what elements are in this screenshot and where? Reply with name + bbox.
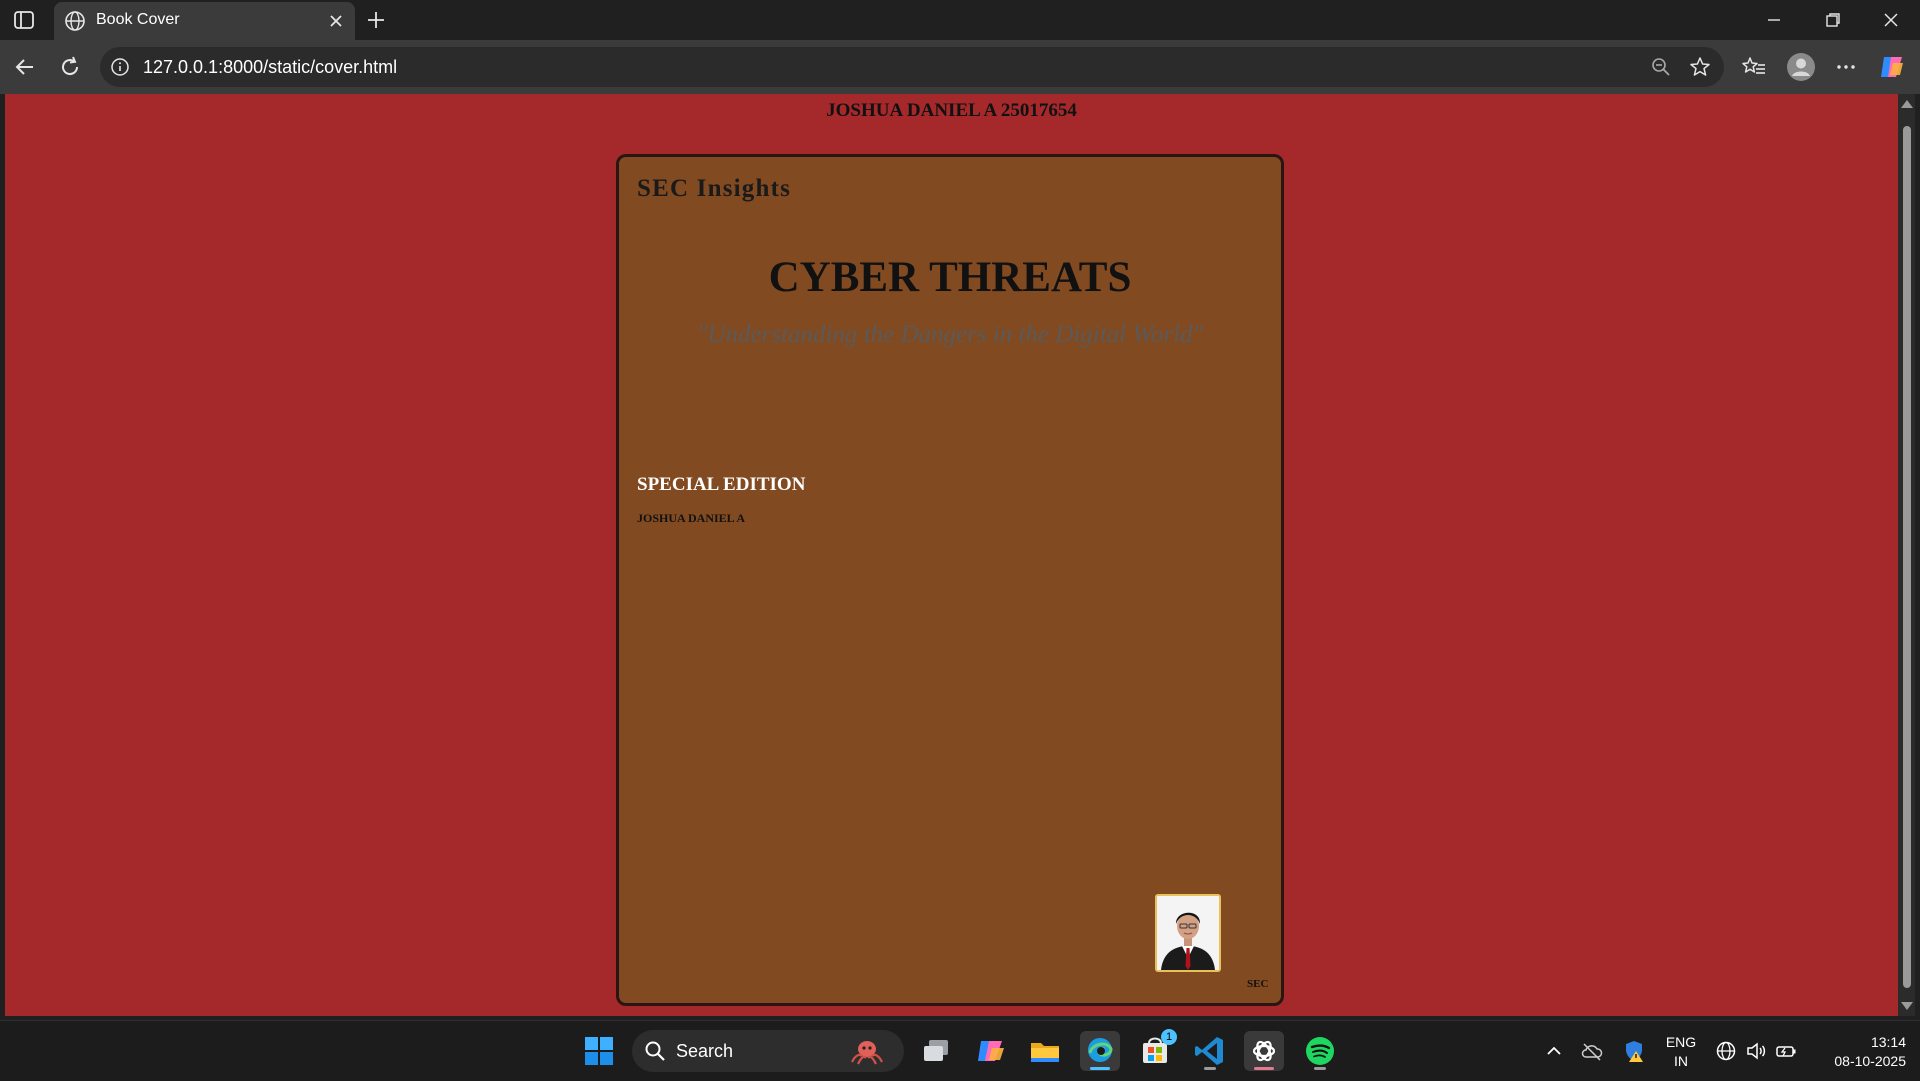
- taskbar-search-box[interactable]: Search: [632, 1030, 904, 1072]
- language-region: IN: [1674, 1053, 1688, 1069]
- page-header: JOSHUA DANIEL A 25017654: [826, 100, 1077, 121]
- chatgpt-icon[interactable]: [1244, 1031, 1284, 1071]
- tab-actions-icon[interactable]: [12, 8, 36, 32]
- more-menu-icon[interactable]: [1833, 54, 1859, 80]
- clock-time: 13:14: [1870, 1034, 1906, 1050]
- profile-avatar-icon[interactable]: [1786, 52, 1816, 82]
- close-window-icon[interactable]: [1879, 8, 1903, 32]
- browser-toolbar: 127.0.0.1:8000/static/cover.html: [0, 40, 1920, 94]
- copilot-app-icon[interactable]: [971, 1031, 1011, 1071]
- tab-title: Book Cover: [96, 11, 180, 28]
- network-globe-icon[interactable]: [1714, 1039, 1738, 1063]
- book-subtitle: "Understanding the Dangers in the Digita…: [696, 321, 1204, 348]
- copilot-icon[interactable]: [1878, 53, 1906, 81]
- edge-browser-icon[interactable]: [1080, 1031, 1120, 1071]
- author-name: JOSHUA DANIEL A: [637, 511, 746, 525]
- zoom-out-icon[interactable]: [1650, 56, 1672, 78]
- url-text[interactable]: 127.0.0.1:8000/static/cover.html: [143, 57, 397, 78]
- book-cover: SEC Insights CYBER THREATS "Understandin…: [616, 154, 1284, 1006]
- task-view-icon[interactable]: [916, 1031, 956, 1071]
- book-title: CYBER THREATS: [768, 254, 1132, 301]
- search-highlight-icon: [842, 1036, 892, 1066]
- tab-strip: Book Cover: [0, 0, 1920, 40]
- browser-tab[interactable]: Book Cover: [54, 2, 355, 40]
- publisher-name: SEC Insights: [637, 175, 792, 202]
- spotify-icon[interactable]: [1300, 1031, 1340, 1071]
- onedrive-cloud-icon[interactable]: [1580, 1039, 1604, 1063]
- clock-date: 08-10-2025: [1834, 1053, 1906, 1069]
- favorites-icon[interactable]: [1741, 54, 1767, 80]
- language-code: ENG: [1665, 1034, 1697, 1050]
- windows-start-icon[interactable]: [579, 1031, 619, 1071]
- microsoft-store-icon[interactable]: 1: [1135, 1029, 1177, 1071]
- globe-icon: [64, 10, 86, 32]
- store-notification-badge: 1: [1161, 1029, 1177, 1045]
- volume-icon[interactable]: [1744, 1039, 1768, 1063]
- windows-taskbar: Search 1 ENG IN 13:14 08-10-2025: [0, 1020, 1920, 1081]
- search-label: Search: [676, 1041, 734, 1061]
- imprint-label: SEC: [1247, 978, 1269, 990]
- edition-label: SPECIAL EDITION: [637, 474, 806, 495]
- site-info-icon[interactable]: [110, 57, 130, 77]
- scroll-up-arrow-icon[interactable]: [1901, 100, 1913, 108]
- scrollbar-thumb[interactable]: [1903, 126, 1911, 988]
- new-tab-icon[interactable]: [364, 8, 388, 32]
- address-bar[interactable]: 127.0.0.1:8000/static/cover.html: [100, 47, 1724, 87]
- security-shield-warning-icon[interactable]: [1622, 1039, 1646, 1063]
- author-portrait: [1155, 894, 1221, 972]
- input-language-indicator[interactable]: ENG IN: [1656, 1033, 1706, 1071]
- file-explorer-icon[interactable]: [1025, 1031, 1065, 1071]
- system-clock[interactable]: 13:14 08-10-2025: [1806, 1033, 1906, 1071]
- page-viewport: JOSHUA DANIEL A 25017654 SEC Insights CY…: [5, 94, 1898, 1016]
- restore-icon[interactable]: [1821, 8, 1845, 32]
- battery-icon[interactable]: [1774, 1039, 1798, 1063]
- back-icon[interactable]: [12, 54, 38, 80]
- close-tab-icon[interactable]: [327, 12, 345, 30]
- minimize-icon[interactable]: [1762, 8, 1786, 32]
- search-icon: [644, 1040, 666, 1062]
- favorite-star-icon[interactable]: [1688, 55, 1712, 79]
- vs-code-icon[interactable]: [1190, 1031, 1230, 1071]
- refresh-icon[interactable]: [57, 54, 83, 80]
- vertical-scrollbar[interactable]: [1898, 94, 1915, 1016]
- show-hidden-icons-chevron-icon[interactable]: [1542, 1039, 1566, 1063]
- scroll-down-arrow-icon[interactable]: [1901, 1002, 1913, 1010]
